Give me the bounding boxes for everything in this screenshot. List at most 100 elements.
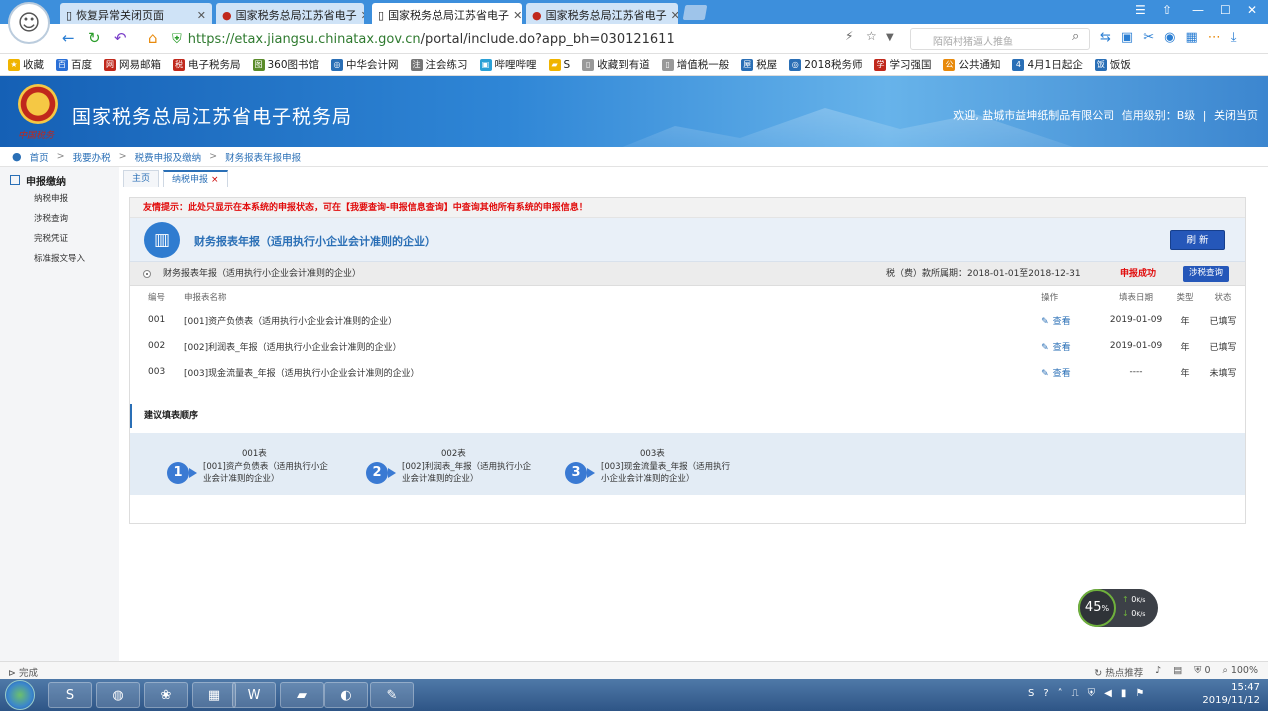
close-page-link[interactable]: 关闭当页 bbox=[1214, 109, 1258, 122]
bookmark[interactable]: ▣ 哔哩哔哩 bbox=[479, 57, 537, 72]
more-icon[interactable]: ⋯ bbox=[1208, 30, 1221, 45]
bookmark[interactable]: ◎ 中华会计网 bbox=[331, 57, 399, 72]
undo-icon[interactable]: ↶ bbox=[114, 29, 127, 47]
bookmark[interactable]: ◎ 2018税务师 bbox=[789, 57, 862, 72]
save-icon[interactable]: ▤ bbox=[1173, 665, 1182, 679]
app-icon[interactable]: ▦ bbox=[1185, 30, 1197, 45]
maximize-icon[interactable]: ☐ bbox=[1220, 3, 1231, 17]
browser-taskbar-icon[interactable]: ◐ bbox=[324, 682, 368, 708]
bookmark[interactable]: 4 4月1日起企 bbox=[1012, 57, 1083, 72]
back-icon[interactable]: ← bbox=[62, 29, 75, 47]
sidebar-item-tax-certificate[interactable]: 完税凭证 bbox=[0, 229, 119, 249]
bookmark[interactable]: 图 360图书馆 bbox=[252, 57, 319, 72]
search-icon[interactable]: ⌕ bbox=[1072, 29, 1079, 44]
network-icon[interactable]: ▮ bbox=[1121, 688, 1127, 699]
bookmark[interactable]: 学学习强国 bbox=[874, 57, 931, 72]
paint-taskbar-icon[interactable]: ✎ bbox=[370, 682, 414, 708]
mail-icon: 网 bbox=[104, 58, 116, 71]
browser-tab-3-active[interactable]: ▯ 国家税务总局江苏省电子 ✕ bbox=[372, 3, 522, 24]
bookmark[interactable]: ▰ S bbox=[548, 58, 570, 71]
zoom-control[interactable]: ⌕ 100% bbox=[1222, 665, 1258, 679]
arrow-up-icon[interactable]: ˄ bbox=[1058, 688, 1063, 699]
address-bar: ← ↻ ↶ ⌂ ⛨ https://etax.jiangsu.chinatax.… bbox=[0, 24, 1268, 54]
extension-icon[interactable]: ◉ bbox=[1164, 30, 1175, 45]
hot-recommend[interactable]: ↻ 热点推荐 bbox=[1094, 665, 1143, 679]
start-button[interactable] bbox=[5, 680, 35, 710]
wechat-taskbar-icon[interactable]: ◍ bbox=[96, 682, 140, 708]
translate-icon[interactable]: ⇆ bbox=[1100, 30, 1111, 45]
close-icon[interactable]: ✕ bbox=[671, 9, 678, 22]
browser-tab-2[interactable]: ● 国家税务总局江苏省电子 ✕ bbox=[216, 3, 364, 24]
browser-tab-4[interactable]: ● 国家税务总局江苏省电子 ✕ bbox=[526, 3, 678, 24]
bookmark[interactable]: ▯ 增值税一般 bbox=[661, 57, 729, 72]
reload-icon[interactable]: ↻ bbox=[88, 29, 101, 47]
usb-icon[interactable]: ⎍ bbox=[1072, 688, 1079, 699]
bookmark[interactable]: 网网易邮箱 bbox=[104, 57, 161, 72]
bookmark[interactable]: 百百度 bbox=[56, 57, 92, 72]
word-taskbar-icon[interactable]: W bbox=[232, 682, 276, 708]
network-speed-widget[interactable]: 45% ↑ 0K/s ↓ 0K/s bbox=[1078, 589, 1158, 627]
new-tab-button[interactable] bbox=[682, 5, 708, 20]
close-icon[interactable]: ✕ bbox=[361, 9, 364, 22]
download-icon[interactable]: ⤓ bbox=[1231, 30, 1237, 45]
sidebar-item-tax-query[interactable]: 涉税查询 bbox=[0, 209, 119, 229]
status-text: 完成 bbox=[18, 668, 38, 679]
lightning-icon[interactable]: ⚡ bbox=[845, 29, 853, 43]
upload-speed: ↑ 0K/s bbox=[1122, 595, 1145, 604]
breadcrumb-item[interactable]: 我要办税 bbox=[73, 150, 111, 164]
close-icon[interactable]: ✕ bbox=[197, 9, 206, 22]
browser-window: ▯ 恢复异常关闭页面 ✕ ● 国家税务总局江苏省电子 ✕ ▯ 国家税务总局江苏省… bbox=[0, 0, 1268, 711]
block-counter[interactable]: ⛨ 0 bbox=[1194, 665, 1210, 679]
view-link[interactable]: 查看 bbox=[1041, 317, 1071, 327]
url-field[interactable]: ⛨ https://etax.jiangsu.chinatax.gov.cn/p… bbox=[172, 27, 907, 51]
bookmark[interactable]: ▯ 收藏到有道 bbox=[582, 57, 650, 72]
breadcrumb-home[interactable]: 首页 bbox=[30, 150, 49, 164]
user-avatar[interactable]: ☺ bbox=[8, 2, 50, 44]
volume-icon[interactable]: ◀ bbox=[1104, 688, 1112, 699]
bookmark[interactable]: 公公共通知 bbox=[943, 57, 1000, 72]
tax-query-button[interactable]: 涉税查询 bbox=[1183, 266, 1230, 282]
help-icon[interactable]: ? bbox=[1043, 688, 1048, 699]
dropdown-icon[interactable]: ▼ bbox=[886, 32, 894, 43]
tab-tax-declaration[interactable]: 纳税申报 × bbox=[163, 170, 228, 187]
note-icon[interactable]: ▣ bbox=[1121, 30, 1133, 45]
folder-taskbar-icon[interactable]: ▰ bbox=[280, 682, 324, 708]
clock[interactable]: 15:47 2019/11/12 bbox=[1202, 681, 1260, 707]
row-number: 002 bbox=[148, 341, 166, 351]
scissors-icon[interactable]: ✂ bbox=[1143, 30, 1154, 45]
sogou-taskbar-icon[interactable]: S bbox=[48, 682, 92, 708]
minimize-icon[interactable]: — bbox=[1192, 3, 1204, 17]
arrow-right-icon bbox=[587, 468, 595, 478]
sidebar-item-tax-declaration[interactable]: 纳税申报 bbox=[0, 189, 119, 209]
star-icon[interactable]: ☆ bbox=[866, 29, 877, 43]
photos-taskbar-icon[interactable]: ❀ bbox=[144, 682, 188, 708]
breadcrumb-item[interactable]: 税费申报及缴纳 bbox=[135, 150, 202, 164]
flag-icon[interactable]: ⚑ bbox=[1135, 688, 1144, 699]
bookmark[interactable]: ★ 收藏 bbox=[8, 57, 44, 72]
security-icon[interactable]: ⛨ bbox=[1088, 688, 1096, 699]
menu-icon[interactable]: ☰ bbox=[1135, 3, 1146, 17]
close-icon[interactable]: × bbox=[211, 175, 219, 185]
browser-tab-1[interactable]: ▯ 恢复异常关闭页面 ✕ bbox=[60, 3, 212, 24]
bookmark[interactable]: 注注会练习 bbox=[410, 57, 468, 72]
bookmark[interactable]: 税电子税务局 bbox=[173, 57, 241, 72]
refresh-button[interactable]: 刷 新 bbox=[1170, 230, 1225, 250]
radio-selected[interactable] bbox=[143, 270, 151, 278]
close-icon[interactable]: ✕ bbox=[513, 9, 522, 22]
tab-home[interactable]: 主页 bbox=[123, 170, 160, 187]
search-input[interactable]: 陌陌村猪逼人推鱼 bbox=[910, 28, 1090, 50]
sidebar-item-message-import[interactable]: 标准报文导入 bbox=[0, 249, 119, 269]
view-link[interactable]: 查看 bbox=[1041, 369, 1071, 379]
sidebar-toggle-icon[interactable]: ⊳ bbox=[8, 668, 19, 679]
sidebar-heading[interactable]: 申报缴纳 bbox=[0, 167, 119, 189]
bookmark[interactable]: 屋税屋 bbox=[741, 57, 777, 72]
sound-icon[interactable]: ♪ bbox=[1155, 665, 1161, 679]
home-icon[interactable]: ⌂ bbox=[148, 29, 158, 47]
ime-icon[interactable]: S bbox=[1028, 688, 1034, 699]
location-pin-icon: ● bbox=[12, 150, 22, 163]
excel-taskbar-icon[interactable]: ▦ bbox=[192, 682, 236, 708]
window-close-icon[interactable]: ✕ bbox=[1247, 3, 1257, 17]
view-link[interactable]: 查看 bbox=[1041, 343, 1071, 353]
skin-icon[interactable]: ⇧ bbox=[1162, 3, 1172, 17]
bookmark[interactable]: 饭饭饭 bbox=[1094, 57, 1131, 72]
